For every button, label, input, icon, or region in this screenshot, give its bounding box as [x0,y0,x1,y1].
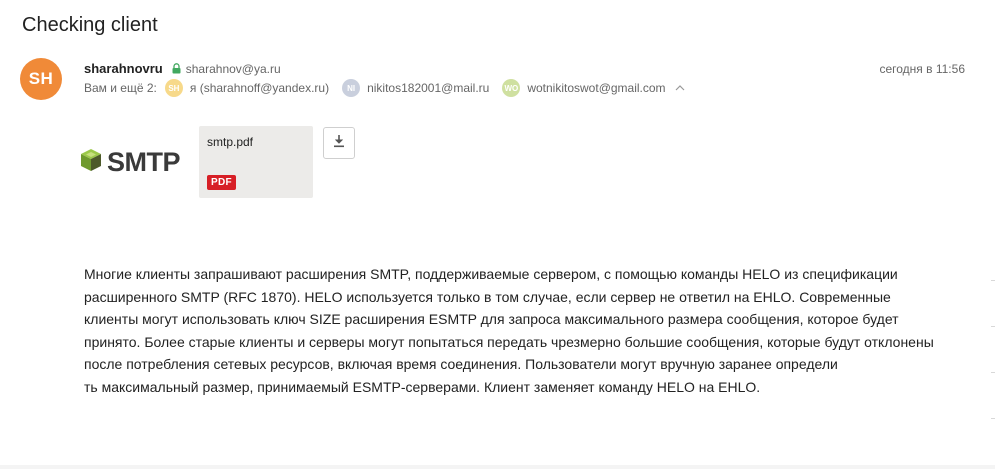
body-paragraph: ть максимальный размер, принимаемый ESMT… [84,378,761,395]
download-icon [332,134,346,153]
recipient-label: wotnikitoswot@gmail.com [527,81,666,95]
logo-text: SMTP [107,147,181,177]
recipient-avatar: NI [342,79,361,97]
recipients-prefix: Вам и ещё 2: [84,81,157,95]
attachment-name: smtp.pdf [207,135,254,149]
sender-name[interactable]: sharahnovru [84,61,163,76]
lock-icon [172,63,181,74]
recipient-item[interactable]: SH я (sharahnoff@yandex.ru) [164,79,330,97]
recipient-item[interactable]: NI nikitos182001@mail.ru [342,79,489,97]
body-paragraph: Многие клиенты запрашивают расширения SM… [84,266,934,372]
chevron-up-icon[interactable] [675,85,685,91]
sender-email[interactable]: sharahnov@ya.ru [186,62,281,76]
recipient-label: nikitos182001@mail.ru [367,81,490,95]
message-body: Многие клиенты запрашивают расширения SM… [84,263,944,398]
recipient-label: я (sharahnoff@yandex.ru) [189,81,330,95]
recipient-avatar: WO [502,79,521,97]
sender-avatar[interactable]: SH [20,58,62,100]
message-date: сегодня в 11:56 [879,62,965,76]
download-button[interactable] [323,127,355,159]
message-subject: Checking client [22,14,158,36]
recipient-avatar: SH [164,79,183,97]
recipient-item[interactable]: WO wotnikitoswot@gmail.com [502,79,666,97]
pdf-badge: PDF [207,175,236,190]
recipients-row: Вам и ещё 2: SH я (sharahnoff@yandex.ru)… [84,79,685,97]
bottom-edge [0,465,995,469]
scroll-track-marks [991,280,995,440]
cube-logo-icon [79,147,103,178]
smtp-logo: SMTP [79,147,181,178]
attachment-card[interactable]: smtp.pdf PDF [199,126,313,198]
sender-row: sharahnovru sharahnov@ya.ru [84,61,281,76]
sender-avatar-initials: SH [28,69,54,88]
